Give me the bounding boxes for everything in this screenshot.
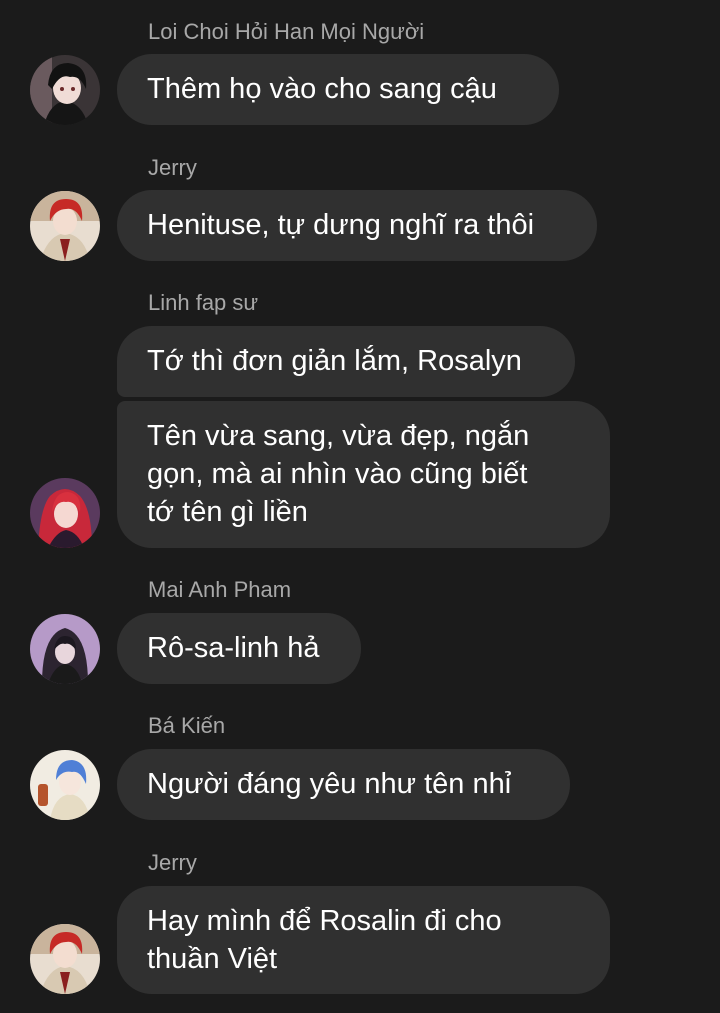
message-text: Hay mình để Rosalin đi cho thuần Việt xyxy=(147,905,502,975)
message-bubble[interactable]: Tên vừa sang, vừa đẹp, ngắn gọn, mà ai n… xyxy=(117,401,610,548)
dark-haired-boy-avatar-icon[interactable] xyxy=(30,55,100,125)
message-bubble[interactable]: Henituse, tự dưng nghĩ ra thôi xyxy=(117,190,597,261)
message-text: Tên vừa sang, vừa đẹp, ngắn gọn, mà ai n… xyxy=(147,420,530,528)
hooded-figure-avatar-icon[interactable] xyxy=(30,614,100,684)
sender-name: Mai Anh Pham xyxy=(148,577,292,602)
sender-name: Jerry xyxy=(148,155,197,180)
blue-haired-avatar-icon[interactable] xyxy=(30,750,100,820)
message-bubble[interactable]: Người đáng yêu như tên nhỉ xyxy=(117,749,570,820)
red-haired-girl-avatar-icon[interactable] xyxy=(30,478,100,548)
red-haired-man-avatar-icon[interactable] xyxy=(30,924,100,994)
sender-name: Loi Choi Hỏi Han Mọi Người xyxy=(148,19,425,44)
sender-name: Bá Kiến xyxy=(148,713,226,738)
red-haired-man-avatar-icon[interactable] xyxy=(30,191,100,261)
message-text: Người đáng yêu như tên nhỉ xyxy=(147,768,512,800)
sender-name: Linh fap sư xyxy=(148,290,259,315)
message-bubble[interactable]: Thêm họ vào cho sang cậu xyxy=(117,54,559,125)
message-text: Rô-sa-linh hả xyxy=(147,632,320,664)
message-bubble[interactable]: Rô-sa-linh hả xyxy=(117,613,361,684)
message-bubble[interactable]: Hay mình để Rosalin đi cho thuần Việt xyxy=(117,886,610,994)
message-text: Thêm họ vào cho sang cậu xyxy=(147,73,497,105)
sender-name: Jerry xyxy=(148,850,197,875)
message-text: Henituse, tự dưng nghĩ ra thôi xyxy=(147,209,535,241)
message-bubble[interactable]: Tớ thì đơn giản lắm, Rosalyn xyxy=(117,326,575,397)
message-text: Tớ thì đơn giản lắm, Rosalyn xyxy=(147,345,522,377)
